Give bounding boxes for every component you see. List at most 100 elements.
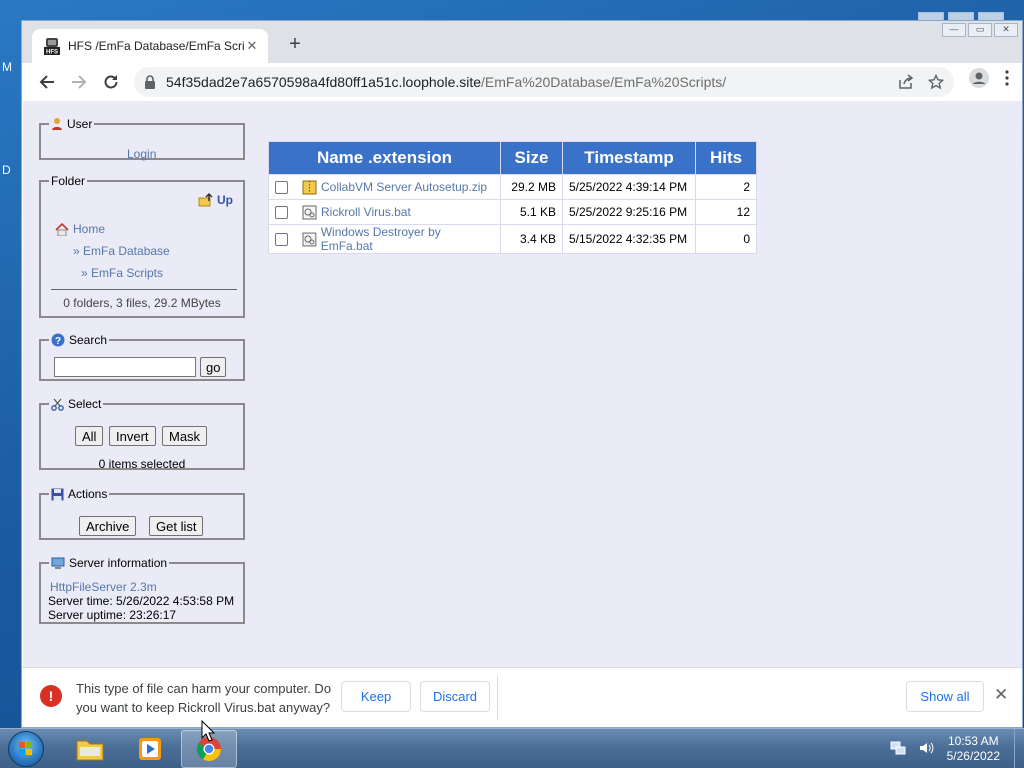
- folder-legend: Folder: [49, 174, 87, 188]
- show-desktop-button[interactable]: [1014, 729, 1024, 768]
- volume-icon[interactable]: [918, 740, 934, 756]
- actions-legend: Actions: [49, 487, 109, 501]
- up-link[interactable]: Up: [198, 192, 233, 208]
- search-panel: ? Search go: [39, 333, 245, 381]
- minimize-button[interactable]: —: [942, 23, 966, 37]
- server-computer-icon: [51, 557, 65, 569]
- discard-button[interactable]: Discard: [420, 681, 490, 712]
- column-header-size[interactable]: Size: [501, 142, 562, 174]
- file-timestamp: 5/15/2022 4:32:35 PM: [563, 225, 695, 253]
- column-header-hits[interactable]: Hits: [696, 142, 756, 174]
- start-button[interactable]: [8, 731, 44, 767]
- show-all-button[interactable]: Show all: [906, 681, 984, 712]
- bookmark-star-icon[interactable]: [928, 74, 944, 90]
- download-warning-message: This type of file can harm your computer…: [76, 681, 332, 715]
- actions-legend-label: Actions: [68, 487, 108, 501]
- taskbar-clock[interactable]: 10:53 AM 5/26/2022: [947, 734, 1000, 764]
- share-icon[interactable]: [898, 74, 914, 90]
- file-checkbox[interactable]: [275, 205, 288, 219]
- folder-legend-label: Folder: [51, 174, 86, 188]
- select-all-button[interactable]: All: [75, 426, 104, 446]
- taskbar-explorer[interactable]: [62, 730, 118, 768]
- search-go-button[interactable]: go: [200, 357, 227, 377]
- get-list-button[interactable]: Get list: [149, 516, 204, 536]
- folder-divider: [51, 289, 237, 290]
- home-label: Home: [73, 222, 106, 236]
- svg-text:?: ?: [55, 336, 61, 347]
- window-close-button[interactable]: ✕: [994, 23, 1018, 37]
- file-hits: 12: [696, 200, 756, 224]
- forward-arrow-icon: [72, 75, 87, 89]
- home-link[interactable]: Home: [55, 222, 105, 236]
- search-input[interactable]: [54, 357, 196, 377]
- hfs-version-link[interactable]: HttpFileServer 2.3m: [50, 580, 157, 594]
- download-bar: ! This type of file can harm your comput…: [22, 667, 1022, 727]
- mask-button[interactable]: Mask: [162, 426, 208, 446]
- desktop-edge-text: D: [2, 163, 11, 177]
- table-header-row: Name .extension Size Timestamp Hits: [269, 142, 756, 174]
- maximize-button[interactable]: ▭: [968, 23, 992, 37]
- file-hits: 0: [696, 225, 756, 253]
- file-link[interactable]: Rickroll Virus.bat: [321, 205, 411, 219]
- taskbar-media-player[interactable]: [122, 730, 178, 768]
- browser-window: HFS HFS /EmFa Database/EmFa Scripts/ ✕ +…: [21, 20, 1023, 728]
- server-info-legend-label: Server information: [69, 556, 168, 570]
- tab-title: HFS /EmFa Database/EmFa Scripts/: [68, 39, 244, 53]
- windows-logo-icon: [19, 742, 32, 755]
- user-panel: User Login: [39, 117, 245, 161]
- select-legend: Select: [49, 397, 103, 411]
- new-tab-button[interactable]: +: [284, 34, 306, 56]
- file-link[interactable]: Windows Destroyer by EmFa.bat: [321, 225, 494, 253]
- file-checkbox[interactable]: [275, 232, 288, 246]
- table-row: Rickroll Virus.bat 5.1 KB 5/25/2022 9:25…: [269, 200, 756, 224]
- clock-time: 10:53 AM: [947, 734, 999, 748]
- desktop-edge-text: M: [2, 60, 12, 74]
- up-label: Up: [217, 193, 233, 207]
- column-header-timestamp[interactable]: Timestamp: [563, 142, 695, 174]
- lock-icon: [145, 75, 155, 89]
- browser-toolbar: 54f35dad2e7a6570598a4fd80ff1a51c.loophol…: [22, 63, 1022, 101]
- browser-tab[interactable]: HFS HFS /EmFa Database/EmFa Scripts/ ✕: [32, 29, 268, 63]
- folder-panel: Folder Up Home » EmFa Database » EmFa Sc…: [39, 174, 245, 318]
- server-info-legend: Server information: [49, 556, 169, 570]
- batch-file-icon: [302, 232, 317, 246]
- floppy-disk-icon: [51, 488, 64, 500]
- address-bar[interactable]: 54f35dad2e7a6570598a4fd80ff1a51c.loophol…: [134, 67, 954, 97]
- file-link[interactable]: CollabVM Server Autosetup.zip: [321, 180, 487, 194]
- tab-strip: HFS HFS /EmFa Database/EmFa Scripts/ ✕ +…: [22, 21, 1022, 63]
- table-row: CollabVM Server Autosetup.zip 29.2 MB 5/…: [269, 175, 756, 199]
- table-row: Windows Destroyer by EmFa.bat 3.4 KB 5/1…: [269, 225, 756, 253]
- reload-button[interactable]: [95, 66, 127, 98]
- user-icon: [52, 118, 62, 130]
- reload-icon: [104, 75, 118, 89]
- file-checkbox[interactable]: [275, 180, 288, 194]
- network-icon[interactable]: [890, 740, 906, 756]
- forward-button[interactable]: [63, 66, 95, 98]
- breadcrumb-emfa-scripts[interactable]: » EmFa Scripts: [81, 266, 163, 280]
- login-link[interactable]: Login: [127, 147, 156, 161]
- breadcrumb-emfa-database[interactable]: » EmFa Database: [73, 244, 170, 258]
- media-player-icon: [139, 738, 161, 760]
- file-size: 3.4 KB: [501, 225, 562, 253]
- file-size: 29.2 MB: [501, 175, 562, 199]
- file-timestamp: 5/25/2022 4:39:14 PM: [563, 175, 695, 199]
- column-header-name[interactable]: Name .extension: [269, 142, 500, 174]
- back-button[interactable]: [31, 66, 63, 98]
- window-controls: — ▭ ✕: [942, 23, 1018, 37]
- search-legend: ? Search: [49, 333, 109, 347]
- warning-icon: !: [40, 685, 62, 707]
- help-icon: ?: [51, 333, 65, 347]
- keep-button[interactable]: Keep: [341, 681, 411, 712]
- hfs-page: User Login Folder Up Home » EmFa Databas…: [23, 101, 1022, 667]
- close-download-bar-icon[interactable]: ✕: [994, 685, 1008, 705]
- selection-count: 0 items selected: [98, 457, 186, 471]
- url-path: /EmFa%20Database/EmFa%20Scripts/: [481, 74, 727, 90]
- menu-kebab-icon[interactable]: [998, 69, 1016, 87]
- tab-close-icon[interactable]: ✕: [244, 38, 260, 54]
- search-legend-label: Search: [69, 333, 108, 347]
- profile-avatar-icon[interactable]: [968, 67, 990, 89]
- invert-selection-button[interactable]: Invert: [109, 426, 156, 446]
- server-info-panel: Server information HttpFileServer 2.3m S…: [39, 556, 245, 624]
- file-size: 5.1 KB: [501, 200, 562, 224]
- archive-button[interactable]: Archive: [79, 516, 137, 536]
